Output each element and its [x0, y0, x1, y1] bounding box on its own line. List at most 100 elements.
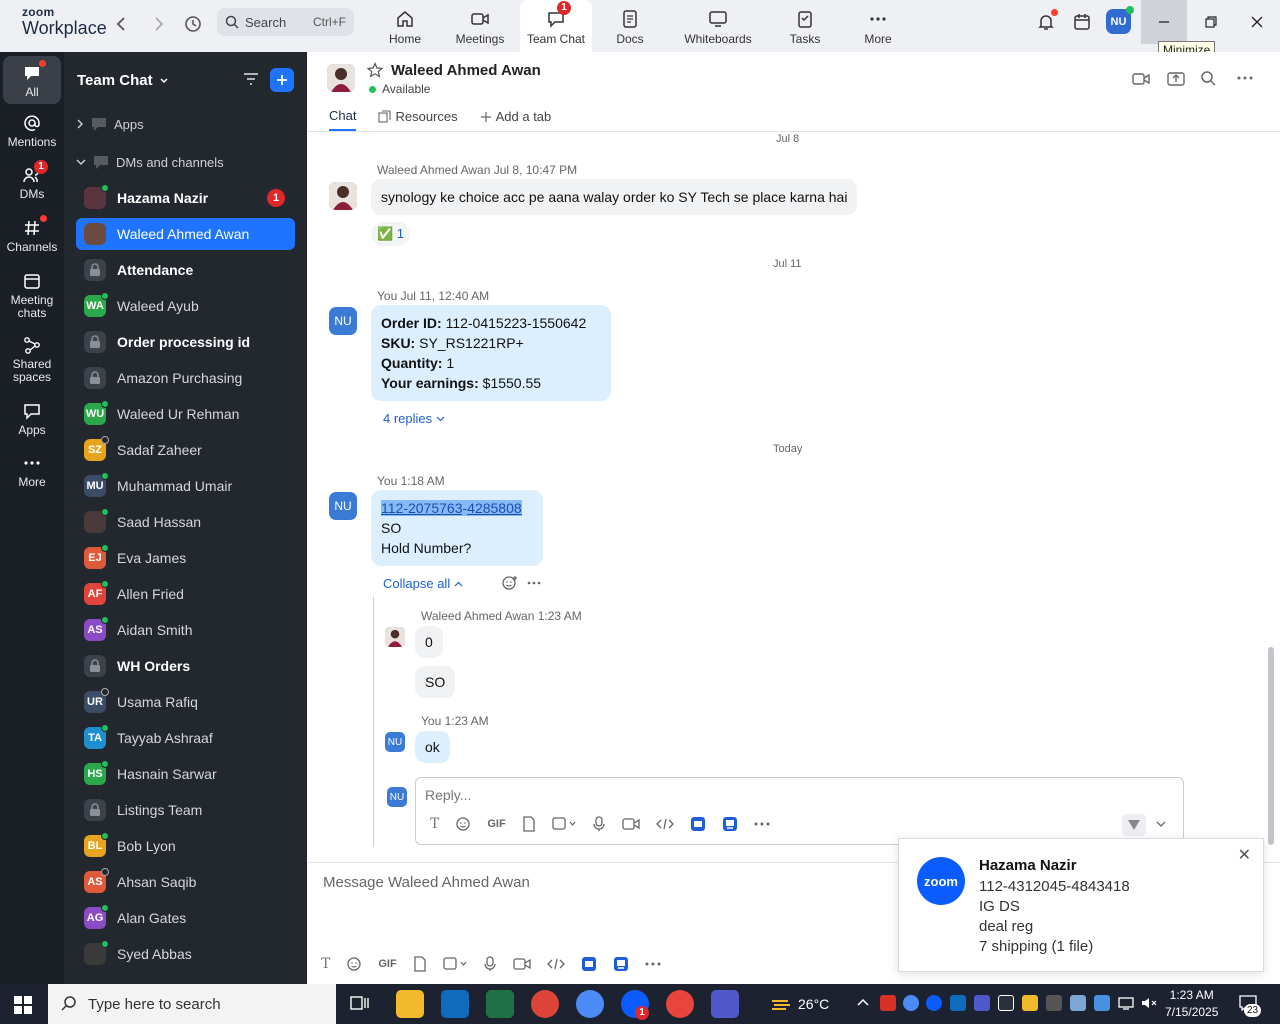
chat-scrollbar[interactable]	[1268, 647, 1274, 845]
tray-app-icon-2[interactable]	[1022, 995, 1038, 1011]
rail-more[interactable]: More	[3, 454, 61, 489]
notification-center-icon[interactable]: 23	[1238, 994, 1262, 1017]
restore-button[interactable]	[1188, 0, 1234, 44]
tray-outlook-icon[interactable]	[950, 995, 966, 1011]
sidebar-item[interactable]: Amazon Purchasing	[76, 362, 295, 394]
tab-more[interactable]: More	[842, 0, 914, 52]
file-explorer-icon[interactable]	[396, 990, 424, 1018]
sidebar-item[interactable]: Saad Hassan	[76, 506, 295, 538]
share-screen-icon[interactable]	[1167, 70, 1185, 88]
message-bubble[interactable]: synology ke choice acc pe aana walay ord…	[371, 179, 858, 215]
file-icon[interactable]	[413, 956, 427, 972]
sidebar-item[interactable]: Order processing id	[76, 326, 295, 358]
apps-section[interactable]: Apps	[76, 116, 144, 132]
tab-team-chat[interactable]: 1 Team Chat	[520, 0, 592, 52]
order-number-link[interactable]: 112-2075763-4285808	[381, 498, 533, 518]
rail-meeting-chats[interactable]: Meeting chats	[3, 272, 61, 320]
sidebar-item[interactable]: WU Waleed Ur Rehman	[76, 398, 295, 430]
code-icon[interactable]	[655, 816, 674, 832]
reply-input[interactable]: Reply... T GIF	[415, 777, 1184, 845]
forward-arrow-icon[interactable]	[146, 12, 170, 36]
message-more-icon[interactable]	[527, 576, 541, 590]
reply-avatar[interactable]	[385, 627, 405, 647]
screenshot-icon[interactable]	[443, 956, 467, 972]
sender-avatar[interactable]: NU	[329, 492, 357, 520]
chrome-icon[interactable]	[531, 990, 559, 1018]
taskbar-search[interactable]: Type here to search	[48, 984, 336, 1024]
sidebar-item[interactable]: AG Alan Gates	[76, 902, 295, 934]
reply-bubble[interactable]: 0	[415, 626, 443, 658]
tab-add[interactable]: Add a tab	[480, 108, 551, 131]
sidebar-item[interactable]: WH Orders	[76, 650, 295, 682]
global-search[interactable]: Search Ctrl+F	[217, 8, 354, 36]
more-icon[interactable]	[645, 956, 661, 972]
mic-icon[interactable]	[592, 816, 606, 832]
sidebar-item[interactable]: AS Ahsan Saqib	[76, 866, 295, 898]
tray-app-icon-4[interactable]	[1070, 995, 1086, 1011]
history-icon[interactable]	[181, 12, 205, 36]
chrome-profile-icon[interactable]	[576, 990, 604, 1018]
sidebar-item[interactable]: EJ Eva James	[76, 542, 295, 574]
tray-chrome-icon[interactable]	[903, 995, 919, 1011]
replies-link[interactable]: 4 replies	[383, 411, 445, 426]
outlook-icon[interactable]	[441, 990, 469, 1018]
sender-avatar[interactable]: NU	[329, 307, 357, 335]
app-icon-1[interactable]	[690, 816, 706, 832]
profile-avatar[interactable]: NU	[1106, 6, 1134, 34]
send-icon[interactable]	[1122, 814, 1146, 836]
sidebar-item[interactable]: AF Allen Fried	[76, 578, 295, 610]
bell-icon[interactable]	[1036, 9, 1058, 32]
sidebar-item[interactable]: HS Hasnain Sarwar	[76, 758, 295, 790]
rail-channels[interactable]: Channels	[3, 215, 61, 254]
tab-docs[interactable]: Docs	[594, 0, 666, 52]
filter-icon[interactable]	[242, 70, 260, 88]
code-icon[interactable]	[546, 956, 565, 972]
tab-whiteboards[interactable]: Whiteboards	[681, 0, 755, 52]
sidebar-item[interactable]: Hazama Nazir 1	[76, 182, 295, 214]
sidebar-item[interactable]: Attendance	[76, 254, 295, 286]
video-call-icon[interactable]	[1132, 70, 1150, 88]
close-icon[interactable]: ✕	[1238, 845, 1251, 865]
video-message-icon[interactable]	[622, 816, 640, 832]
reply-bubble[interactable]: ok	[415, 731, 450, 763]
contact-name[interactable]: Waleed Ahmed Awan	[391, 62, 541, 79]
notification-toast[interactable]: zoom Hazama Nazir 112-4312045-4843418 IG…	[898, 838, 1264, 972]
back-arrow-icon[interactable]	[110, 12, 134, 36]
emoji-icon[interactable]	[346, 956, 362, 972]
add-reaction-icon[interactable]	[501, 574, 519, 592]
format-text-icon[interactable]: T	[430, 816, 439, 832]
more-options-icon[interactable]	[1237, 70, 1253, 86]
more-icon[interactable]	[754, 816, 770, 832]
teams-icon[interactable]	[711, 990, 739, 1018]
sidebar-item[interactable]: SZ Sadaf Zaheer	[76, 434, 295, 466]
chevron-up-icon[interactable]	[856, 996, 870, 1010]
system-clock[interactable]: 1:23 AM 7/15/2025	[1165, 987, 1218, 1021]
collapse-all-link[interactable]: Collapse all	[383, 576, 463, 591]
sidebar-item[interactable]: WA Waleed Ayub	[76, 290, 295, 322]
tab-tasks[interactable]: Tasks	[769, 0, 841, 52]
order-number-part[interactable]: 112-2075763	[381, 500, 463, 516]
task-view-icon[interactable]	[350, 995, 370, 1013]
network-icon[interactable]	[1118, 996, 1134, 1010]
sidebar-item[interactable]: BL Bob Lyon	[76, 830, 295, 862]
gif-icon[interactable]: GIF	[378, 958, 396, 970]
tray-app-icon-3[interactable]	[1046, 995, 1062, 1011]
star-icon[interactable]	[367, 62, 383, 78]
zoom-taskbar-icon[interactable]: 1	[621, 990, 649, 1020]
app-icon-2[interactable]	[613, 956, 629, 972]
tray-teams-icon[interactable]	[974, 995, 990, 1011]
tray-zoom-icon[interactable]	[926, 995, 942, 1011]
tray-app-icon-5[interactable]	[1094, 995, 1110, 1011]
windows-start-icon[interactable]	[14, 996, 32, 1014]
sidebar-item[interactable]: TA Tayyab Ashraaf	[76, 722, 295, 754]
sidebar-item[interactable]: UR Usama Rafiq	[76, 686, 295, 718]
order-number-part[interactable]: 4285808	[467, 500, 522, 516]
chrome-alt-icon[interactable]	[666, 990, 694, 1018]
rail-all[interactable]: All	[3, 56, 61, 104]
tray-pdf-icon[interactable]	[880, 995, 896, 1011]
tab-chat[interactable]: Chat	[329, 108, 357, 131]
search-icon[interactable]	[1200, 70, 1216, 86]
emoji-icon[interactable]	[455, 816, 471, 832]
app-icon-1[interactable]	[581, 956, 597, 972]
mic-icon[interactable]	[483, 956, 497, 972]
